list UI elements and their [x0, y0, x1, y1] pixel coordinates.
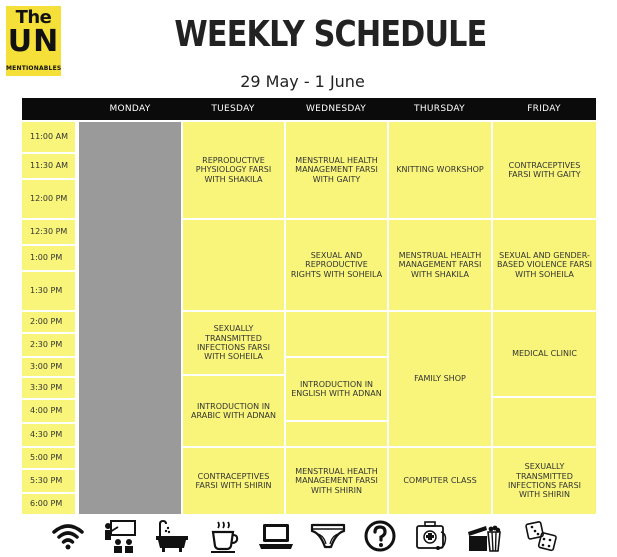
session-friday-empty — [493, 398, 596, 446]
time-slot: 12:30 PM — [22, 220, 75, 244]
day-header-wednesday: WEDNESDAY — [305, 104, 367, 114]
day-header-friday: FRIDAY — [527, 104, 561, 114]
session-tuesday-empty — [183, 220, 284, 310]
logo: The UN MENTIONABLES — [6, 6, 61, 76]
cinema-icon — [468, 525, 501, 552]
underwear-icon — [310, 523, 346, 549]
time-slot: 4:30 PM — [22, 424, 75, 446]
schedule-grid: 11:00 AM 11:30 AM 12:00 PM 12:30 PM 1:00… — [22, 120, 596, 514]
session-friday-4: SEXUALLY TRANSMITTED INFECTIONS FARSI WI… — [493, 448, 596, 514]
day-header-tuesday: TUESDAY — [211, 104, 255, 114]
date-range: 29 May - 1 June — [240, 72, 365, 91]
session-thursday-1: KNITTING WORKSHOP — [389, 122, 491, 218]
page-title: WEEKLY SCHEDULE — [174, 14, 487, 55]
time-slot: 12:00 PM — [22, 180, 75, 218]
time-slot: 1:30 PM — [22, 272, 75, 310]
laptop-icon — [259, 524, 293, 549]
session-friday-2: SEXUAL AND GENDER-BASED VIOLENCE FARSI W… — [493, 220, 596, 310]
day-header-monday: MONDAY — [109, 104, 151, 114]
time-slot: 1:00 PM — [22, 246, 75, 270]
classroom-icon — [105, 520, 136, 553]
time-slot: 3:30 PM — [22, 378, 75, 398]
medical-kit-icon — [416, 521, 447, 550]
time-slot: 4:00 PM — [22, 400, 75, 422]
bathtub-icon — [156, 519, 188, 552]
wifi-icon — [52, 524, 84, 550]
session-thursday-4: COMPUTER CLASS — [389, 448, 491, 514]
time-slot: 11:00 AM — [22, 122, 75, 152]
session-tuesday-3: INTRODUCTION IN ARABIC WITH ADNAN — [183, 376, 284, 446]
session-thursday-2: MENSTRUAL HEALTH MANAGEMENT FARSI WITH S… — [389, 220, 491, 310]
day-header-thursday: THURSDAY — [414, 104, 465, 114]
session-friday-1: CONTRACEPTIVES FARSI WITH GAITY — [493, 122, 596, 218]
question-icon — [364, 520, 396, 552]
session-wednesday-3: INTRODUCTION IN ENGLISH WITH ADNAN — [286, 358, 387, 420]
time-slot: 5:30 PM — [22, 470, 75, 492]
session-wednesday-2: SEXUAL AND REPRODUCTIVE RIGHTS WITH SOHE… — [286, 220, 387, 310]
time-slot: 2:30 PM — [22, 334, 75, 356]
logo-line-3: MENTIONABLES — [6, 65, 62, 72]
monday-unavailable-block — [79, 122, 181, 514]
session-wednesday-4: MENSTRUAL HEALTH MANAGEMENT FARSI WITH S… — [286, 448, 387, 514]
time-slot: 6:00 PM — [22, 494, 75, 514]
time-slot: 11:30 AM — [22, 154, 75, 178]
session-wednesday-empty — [286, 312, 387, 356]
logo-line-2: UN — [7, 24, 60, 59]
session-friday-3: MEDICAL CLINIC — [493, 312, 596, 396]
session-tuesday-4: CONTRACEPTIVES FARSI WITH SHIRIN — [183, 448, 284, 514]
amenities-icon-row — [40, 518, 580, 554]
coffee-icon — [211, 521, 239, 553]
session-wednesday-1: MENSTRUAL HEALTH MANAGEMENT FARSI WITH G… — [286, 122, 387, 218]
session-thursday-3: FAMILY SHOP — [389, 312, 491, 446]
session-tuesday-2: SEXUALLY TRANSMITTED INFECTIONS FARSI WI… — [183, 312, 284, 374]
time-slot: 5:00 PM — [22, 448, 75, 468]
day-header: MONDAY TUESDAY WEDNESDAY THURSDAY FRIDAY — [22, 98, 596, 120]
time-slot: 3:00 PM — [22, 358, 75, 376]
time-slot: 2:00 PM — [22, 312, 75, 332]
dice-icon — [525, 521, 557, 552]
session-tuesday-1: REPRODUCTIVE PHYSIOLOGY FARSI WITH SHAKI… — [183, 122, 284, 218]
session-wednesday-empty — [286, 422, 387, 446]
